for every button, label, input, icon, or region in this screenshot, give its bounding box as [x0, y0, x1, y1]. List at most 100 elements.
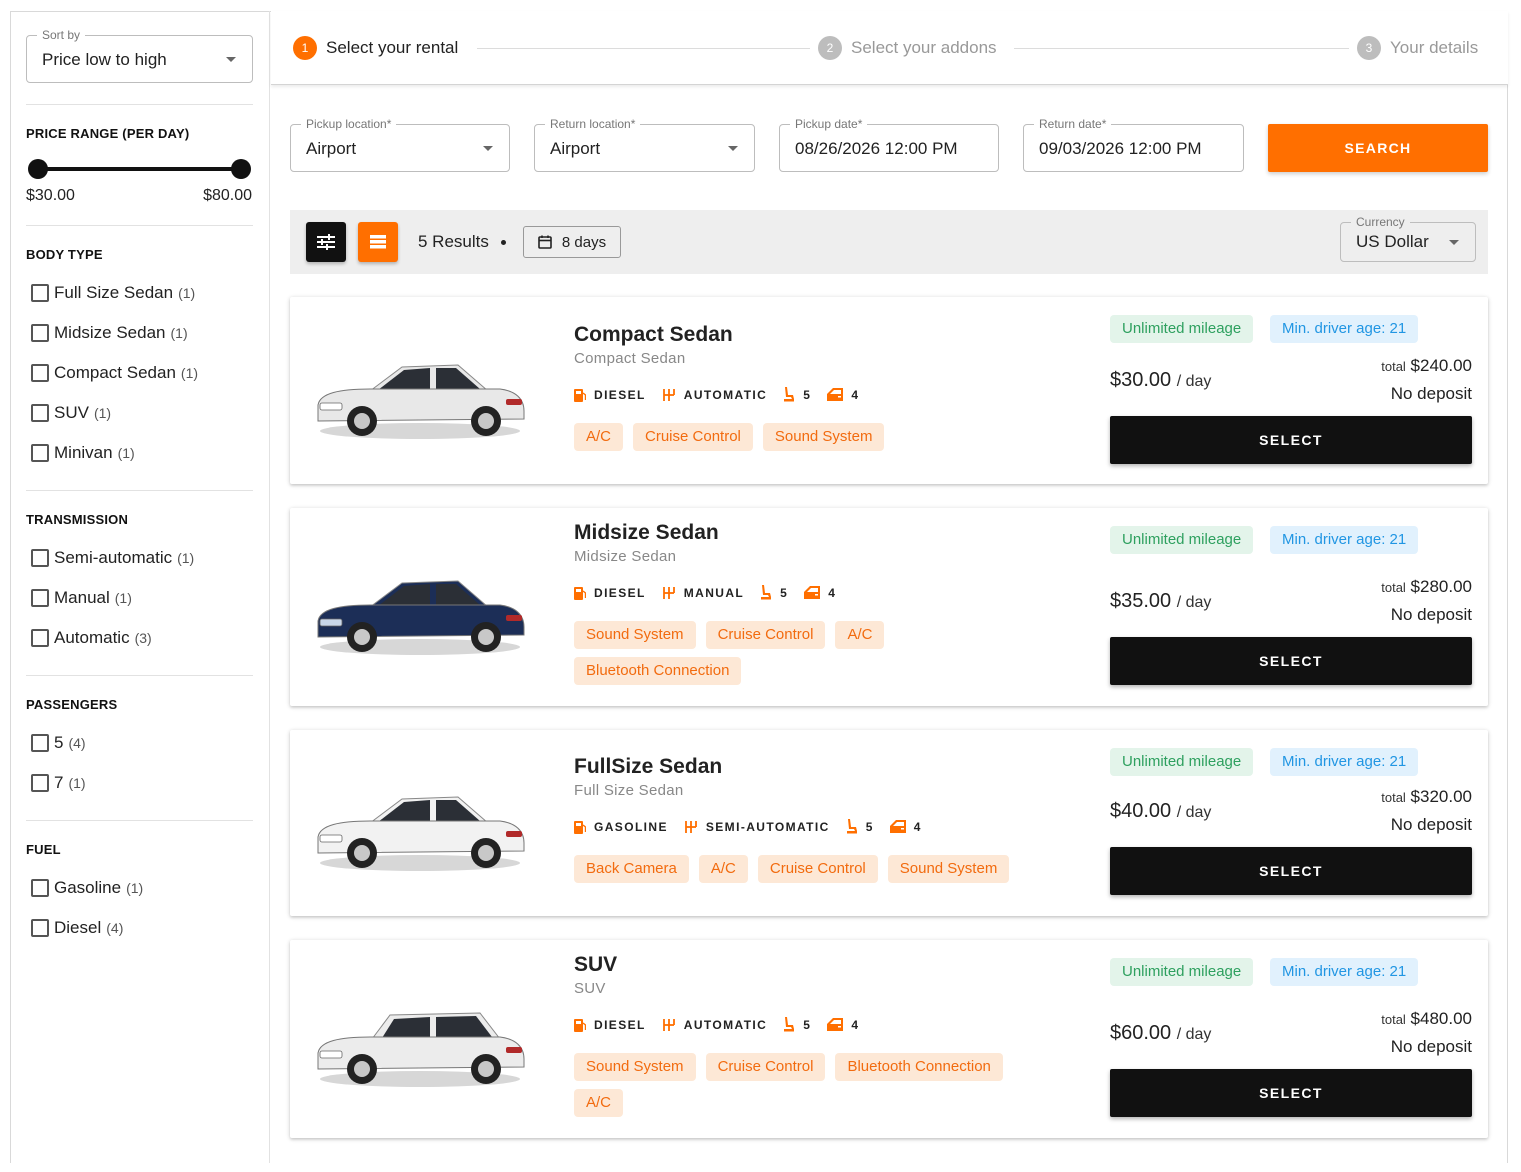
min-driver-age-badge: Min. driver age: 21: [1270, 315, 1419, 343]
option-count: (1): [126, 880, 144, 896]
checkbox[interactable]: [31, 324, 49, 342]
checkbox[interactable]: [31, 774, 49, 792]
car-image: [317, 364, 525, 439]
car-image: [317, 580, 525, 655]
option-label: SUV: [54, 403, 89, 422]
option-count: (1): [117, 445, 135, 461]
select-car-button[interactable]: SELECT: [1110, 847, 1472, 895]
calendar-icon: [538, 235, 552, 249]
passengers-option[interactable]: 7 (1): [31, 772, 86, 794]
return-location-legend: Return location*: [545, 117, 641, 131]
checkbox[interactable]: [31, 364, 49, 382]
body-type-option[interactable]: Compact Sedan (1): [31, 362, 198, 384]
door-icon: [827, 388, 844, 401]
divider: [26, 490, 253, 491]
option-label: Diesel: [54, 918, 102, 937]
step-connector: [1014, 48, 1349, 49]
spec-doors-label: 4: [913, 819, 922, 834]
pickup-date-input[interactable]: Pickup date* 08/26/2026 12:00 PM: [779, 117, 999, 172]
unlimited-mileage-badge: Unlimited mileage: [1110, 748, 1254, 776]
checkbox[interactable]: [31, 879, 49, 897]
body-type-option[interactable]: Full Size Sedan (1): [31, 282, 195, 304]
feature-chip: Sound System: [574, 621, 696, 649]
transmission-option[interactable]: Manual (1): [31, 587, 132, 609]
return-location-select[interactable]: Return location* Airport: [534, 117, 755, 172]
checkbox[interactable]: [31, 404, 49, 422]
body-type-option[interactable]: Minivan (1): [31, 442, 135, 464]
divider: [26, 225, 253, 226]
rental-days-chip[interactable]: 8 days: [523, 226, 621, 258]
select-car-button[interactable]: SELECT: [1110, 637, 1472, 685]
fuel-option[interactable]: Gasoline (1): [31, 877, 143, 899]
total-value: $320.00: [1410, 787, 1472, 806]
step-3[interactable]: 3 Your details: [1357, 36, 1478, 60]
booking-stepper: 1 Select your rental 2 Select your addon…: [271, 11, 1508, 85]
option-label: Gasoline: [54, 878, 122, 897]
spec-doors-label: 4: [828, 585, 837, 600]
option-label: Minivan: [54, 443, 113, 462]
option-count: (1): [170, 325, 188, 341]
spec-seats-label: 5: [803, 387, 812, 402]
transmission-option[interactable]: Automatic (3): [31, 627, 152, 649]
checkbox[interactable]: [31, 284, 49, 302]
spec-doors-label: 4: [851, 1017, 860, 1032]
divider: [26, 104, 253, 105]
currency-select[interactable]: Currency US Dollar: [1340, 215, 1476, 262]
return-date-input[interactable]: Return date* 09/03/2026 12:00 PM: [1023, 117, 1244, 172]
passengers-option[interactable]: 5 (4): [31, 732, 86, 754]
checkbox[interactable]: [31, 589, 49, 607]
spec-transmission: SEMI-AUTOMATIC: [684, 820, 830, 834]
price-slider-track[interactable]: [38, 167, 241, 171]
deposit-label: No deposit: [1390, 1037, 1472, 1056]
list-view-button[interactable]: [358, 222, 398, 262]
gearbox-icon: [684, 820, 697, 833]
unlimited-mileage-badge: Unlimited mileage: [1110, 526, 1254, 554]
checkbox[interactable]: [31, 919, 49, 937]
caret-down-icon: [728, 146, 738, 151]
spec-doors: 4: [827, 388, 859, 402]
spec-doors: 4: [827, 1018, 859, 1032]
option-count: (3): [134, 630, 152, 646]
step-1-label: Select your rental: [326, 38, 459, 57]
select-car-button[interactable]: SELECT: [1110, 1069, 1472, 1117]
pickup-location-select[interactable]: Pickup location* Airport: [290, 117, 510, 172]
car-specs: DIESEL AUTOMATIC 5 4: [574, 387, 875, 402]
sort-value: Price low to high: [42, 50, 167, 69]
select-car-button[interactable]: SELECT: [1110, 416, 1472, 464]
body-type-option[interactable]: Midsize Sedan (1): [31, 322, 188, 344]
step-2[interactable]: 2 Select your addons: [818, 36, 997, 60]
spec-seats: 5: [783, 1017, 811, 1032]
feature-chip: Sound System: [574, 1053, 696, 1081]
step-3-label: Your details: [1390, 38, 1479, 57]
fuel-option[interactable]: Diesel (4): [31, 917, 123, 939]
price-slider-max-handle[interactable]: [231, 159, 251, 179]
price-slider-min-handle[interactable]: [28, 159, 48, 179]
spec-seats-label: 5: [803, 1017, 812, 1032]
feature-list: Back Camera A/C Cruise Control Sound System: [574, 855, 1034, 883]
feature-chip: Bluetooth Connection: [574, 657, 742, 685]
total-price: total $240.00: [1381, 356, 1472, 376]
spec-fuel-label: GASOLINE: [594, 819, 668, 834]
daily-price-unit: / day: [1176, 1026, 1212, 1043]
feature-chip: Sound System: [762, 423, 885, 451]
checkbox[interactable]: [31, 734, 49, 752]
search-button[interactable]: SEARCH: [1268, 124, 1488, 172]
fuel-icon: [574, 820, 586, 834]
car-name: FullSize Sedan: [574, 755, 723, 778]
divider: [26, 820, 253, 821]
daily-price-value: $40.00: [1110, 800, 1172, 822]
total-price: total $280.00: [1381, 577, 1472, 597]
gearbox-icon: [662, 1018, 675, 1031]
spec-fuel-label: DIESEL: [594, 585, 646, 600]
unlimited-mileage-badge: Unlimited mileage: [1110, 315, 1254, 343]
checkbox[interactable]: [31, 549, 49, 567]
filter-toggle-button[interactable]: [306, 222, 346, 262]
body-type-option[interactable]: SUV (1): [31, 402, 111, 424]
sort-select[interactable]: Sort by Price low to high: [26, 28, 253, 83]
spec-transmission: AUTOMATIC: [662, 1018, 767, 1032]
step-1[interactable]: 1 Select your rental: [293, 36, 458, 60]
transmission-option[interactable]: Semi-automatic (1): [31, 547, 194, 569]
checkbox[interactable]: [31, 444, 49, 462]
option-count: (1): [177, 550, 195, 566]
checkbox[interactable]: [31, 629, 49, 647]
